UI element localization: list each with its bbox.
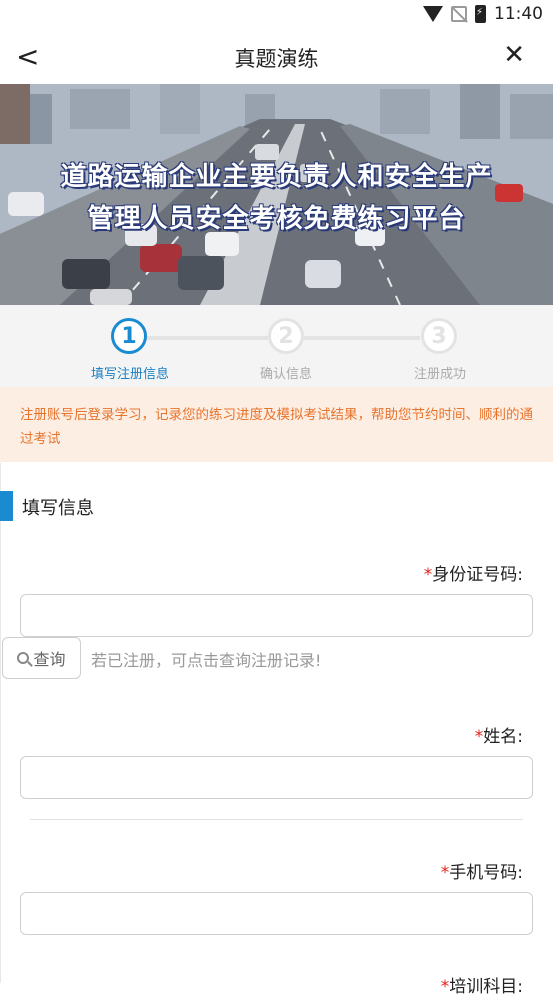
registration-steps: 1 2 3 填写注册信息 确认信息 注册成功 [0,305,553,387]
section-accent-bar [0,491,13,521]
id-number-label: *身份证号码: [424,560,523,585]
query-button-label: 查询 [33,650,66,669]
name-label-text: 姓名: [483,727,523,747]
step-2-label: 确认信息 [259,367,312,382]
id-number-label-text: 身份证号码: [432,565,523,585]
query-hint: 若已注册，可点击查询注册记录! [91,651,322,670]
wifi-icon [423,6,443,22]
phone-label: *手机号码: [441,858,523,883]
banner-image: 道路运输企业主要负责人和安全生产 管理人员安全考核免费练习平台 [0,84,553,305]
banner-title-line-2: 管理人员安全考核免费练习平台 [87,204,466,234]
nav-bar: < 真题演练 ✕ [0,30,553,84]
step-1-circle: 1 [111,318,147,354]
step-connector [146,336,268,340]
step-1-label: 填写注册信息 [90,367,169,382]
close-icon[interactable]: ✕ [503,40,525,70]
divider [0,463,1,983]
status-bar: 11:40 [0,0,553,30]
section-title: 填写信息 [22,498,94,519]
step-2-circle: 2 [268,318,304,354]
step-connector [304,336,420,340]
required-mark: * [474,727,484,747]
status-time: 11:40 [494,4,543,24]
search-icon [17,652,30,664]
banner-title-line-1: 道路运输企业主要负责人和安全生产 [60,162,493,192]
step-3-label: 注册成功 [413,367,466,382]
query-button[interactable]: 查询 [2,637,81,679]
road-traffic-illustration [0,84,553,305]
required-mark: * [440,863,450,883]
name-input[interactable] [20,756,533,799]
battery-charging-icon [475,5,486,23]
divider [30,819,523,820]
required-mark: * [423,565,433,585]
no-sim-icon [451,6,467,22]
required-mark: * [440,977,450,997]
phone-label-text: 手机号码: [449,863,523,883]
subject-label: *培训科目: [441,972,523,997]
subject-label-text: 培训科目: [449,977,523,997]
name-label: *姓名: [475,722,523,747]
page-title: 真题演练 [234,47,319,71]
phone-input[interactable] [20,892,533,935]
step-3-circle: 3 [421,318,457,354]
registration-notice: 注册账号后登录学习，记录您的练习进度及模拟考试结果，帮助您节约时间、顺利的通过考… [0,387,553,462]
id-number-input[interactable] [20,594,533,637]
